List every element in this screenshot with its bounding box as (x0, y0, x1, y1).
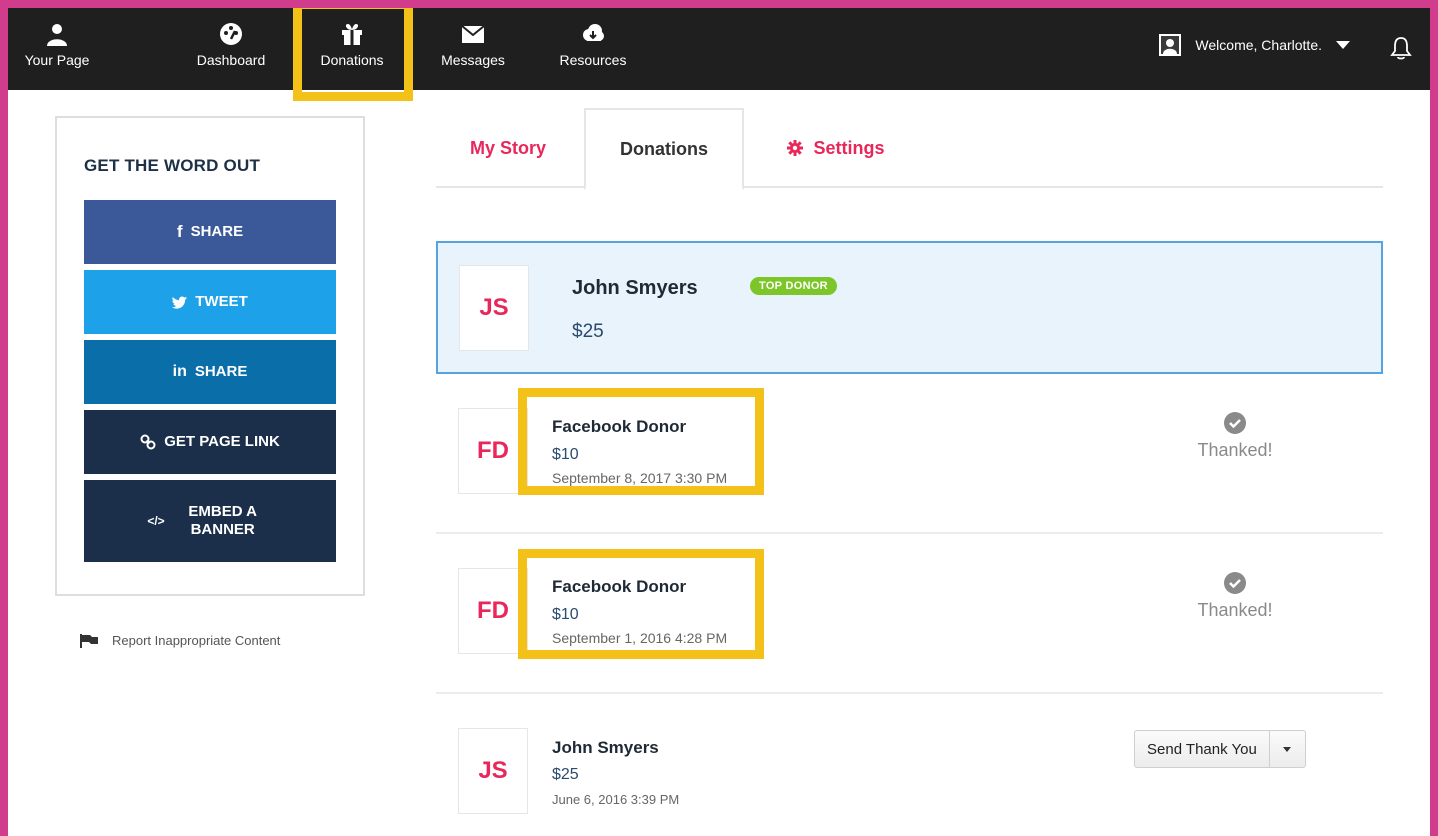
top-donor-card[interactable]: JS John Smyers TOP DONOR $25 (436, 241, 1383, 374)
nav-resources[interactable]: Resources (542, 22, 644, 78)
donor-initials: FD (458, 408, 528, 494)
nav-messages[interactable]: Messages (428, 22, 518, 78)
button-label: GET PAGE LINK (164, 433, 280, 450)
facebook-icon: f (176, 222, 183, 241)
row-divider (436, 692, 1383, 694)
welcome-text: Welcome, Charlotte. (1195, 37, 1322, 53)
thanked-status: Thanked! (1180, 572, 1290, 621)
twitter-icon (172, 295, 188, 309)
tab-label: Settings (813, 137, 885, 158)
send-options-dropdown[interactable] (1268, 731, 1305, 767)
envelope-icon (461, 25, 485, 43)
chevron-down-icon (1336, 41, 1350, 49)
get-page-link-button[interactable]: GET PAGE LINK (84, 410, 336, 474)
thanked-status: Thanked! (1180, 412, 1290, 461)
donor-name: Facebook Donor (552, 417, 687, 436)
status-label: Thanked! (1197, 600, 1273, 620)
tweet-button[interactable]: TWEET (84, 270, 336, 334)
code-icon: </> (147, 514, 165, 528)
linkedin-share-button[interactable]: in SHARE (84, 340, 336, 404)
share-panel: GET THE WORD OUT f SHARE TWEET in SHARE … (55, 116, 365, 596)
tab-my-story[interactable]: My Story (458, 108, 558, 188)
send-thank-you-group[interactable]: Send Thank You (1134, 730, 1306, 768)
button-label: EMBED A BANNER (188, 503, 257, 538)
cloud-download-icon (583, 24, 604, 41)
dashboard-icon (220, 23, 242, 45)
donation-amount: $25 (572, 321, 604, 342)
nav-donations[interactable]: Donations (306, 22, 398, 78)
user-menu[interactable]: Welcome, Charlotte. (1159, 34, 1350, 56)
nav-your-page[interactable]: Your Page (18, 22, 96, 78)
tab-settings[interactable]: Settings (766, 108, 906, 188)
button-label: Send Thank You (1147, 740, 1257, 758)
donor-name: John Smyers (552, 738, 659, 757)
nav-label: Dashboard (196, 52, 266, 68)
facebook-share-button[interactable]: f SHARE (84, 200, 336, 264)
button-label: SHARE (190, 223, 244, 240)
sidebar-title: GET THE WORD OUT (84, 156, 261, 175)
nav-label: Messages (441, 52, 505, 68)
donation-date: September 8, 2017 3:30 PM (552, 470, 728, 486)
donor-initials: JS (458, 728, 528, 814)
donor-initials: FD (458, 568, 528, 654)
check-circle-icon (1224, 572, 1246, 594)
donation-date: June 6, 2016 3:39 PM (552, 792, 680, 807)
flag-icon (80, 633, 98, 648)
button-label: SHARE (194, 363, 248, 380)
app-frame: Your Page Dashboard Donations Messages R… (8, 8, 1430, 836)
tab-label: Donations (620, 138, 708, 159)
donation-amount: $10 (552, 606, 579, 623)
page-tabs: My Story Donations Settings (436, 108, 1383, 190)
donor-initials: JS (459, 265, 529, 351)
bell-icon[interactable] (1390, 36, 1412, 60)
report-content-link[interactable]: Report Inappropriate Content (80, 633, 280, 648)
gear-icon (787, 140, 804, 156)
nav-label: Donations (320, 52, 384, 68)
donation-date: September 1, 2016 4:28 PM (552, 630, 728, 646)
user-icon (47, 24, 67, 46)
row-divider (436, 532, 1383, 534)
tab-donations[interactable]: Donations (584, 108, 744, 190)
embed-banner-button[interactable]: </> EMBED A BANNER (84, 480, 336, 562)
avatar (1159, 34, 1182, 56)
donation-amount: $25 (552, 766, 579, 783)
link-icon (140, 434, 156, 450)
send-thank-you-button[interactable]: Send Thank You (1135, 731, 1269, 767)
top-nav: Your Page Dashboard Donations Messages R… (8, 8, 1430, 90)
button-label: TWEET (195, 293, 248, 310)
nav-label: Your Page (24, 52, 90, 68)
nav-dashboard[interactable]: Dashboard (184, 22, 278, 78)
tab-label: My Story (469, 137, 547, 158)
top-donor-badge: TOP DONOR (750, 277, 837, 295)
donor-name: Facebook Donor (552, 577, 687, 596)
donation-amount: $10 (552, 446, 579, 463)
report-label: Report Inappropriate Content (112, 633, 281, 648)
donor-name: John Smyers (572, 277, 698, 299)
status-label: Thanked! (1197, 440, 1273, 460)
chevron-down-icon (1283, 746, 1292, 752)
nav-label: Resources (559, 52, 627, 68)
check-circle-icon (1224, 412, 1246, 434)
linkedin-icon: in (172, 363, 187, 380)
gift-icon (342, 24, 362, 45)
